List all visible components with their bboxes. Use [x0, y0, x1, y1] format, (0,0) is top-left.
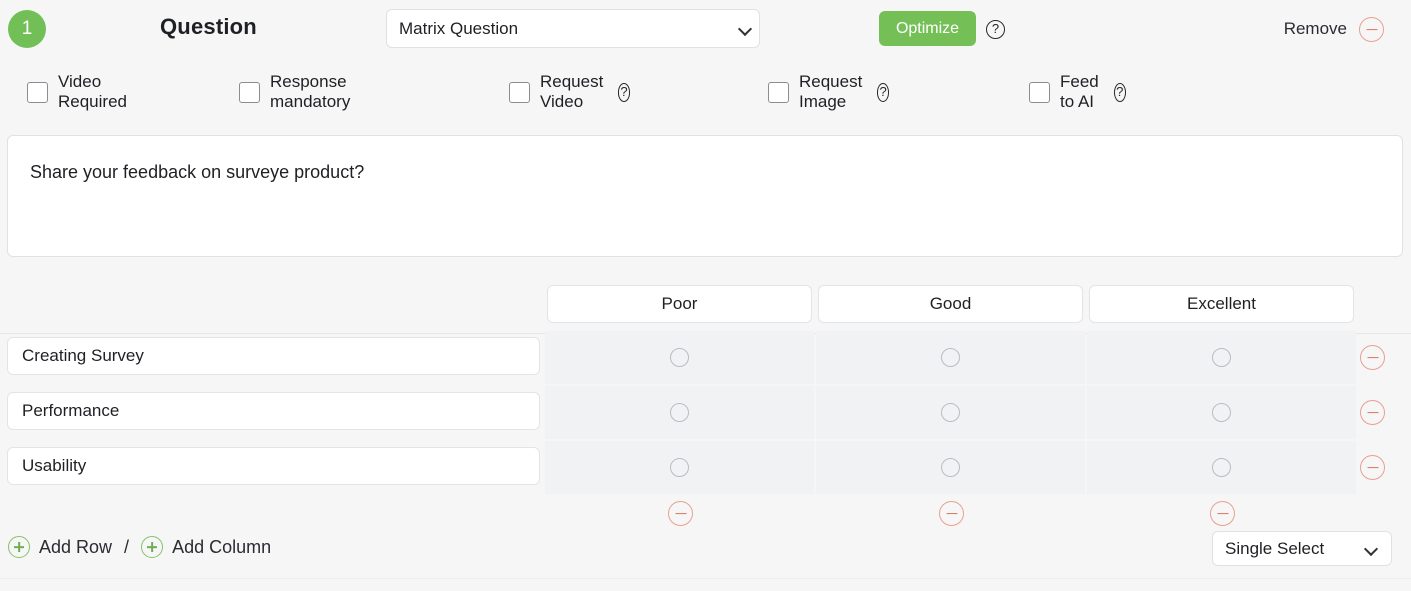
help-circle-icon[interactable]: ? [1114, 83, 1126, 102]
radio-unselected-icon[interactable] [1212, 458, 1231, 477]
radio-unselected-icon[interactable] [941, 348, 960, 367]
page-title: Question [160, 14, 257, 40]
selection-mode-select[interactable]: Single Select [1212, 531, 1392, 566]
remove-row-button[interactable] [1360, 345, 1385, 370]
matrix-cell[interactable] [1087, 386, 1356, 439]
question-text-input[interactable] [7, 135, 1403, 257]
remove-row-button[interactable] [1360, 400, 1385, 425]
checkbox-request-video[interactable] [509, 82, 530, 103]
optimize-button[interactable]: Optimize [879, 11, 976, 46]
matrix-row [0, 331, 1411, 386]
remove-column-button[interactable] [1210, 501, 1235, 526]
question-type-select[interactable]: Matrix Question [386, 9, 760, 48]
matrix-row [0, 386, 1411, 441]
option-checkbox-item: Request Video? [509, 72, 630, 112]
help-circle-icon[interactable]: ? [618, 83, 631, 102]
add-row-button[interactable]: Add Row [39, 537, 112, 558]
remove-column-button[interactable] [668, 501, 693, 526]
matrix-cell[interactable] [545, 441, 814, 494]
footer-separator: / [124, 537, 129, 558]
help-circle-icon[interactable]: ? [986, 20, 1005, 39]
checkbox-video-required[interactable] [27, 82, 48, 103]
matrix-row [0, 441, 1411, 496]
matrix-cell[interactable] [816, 386, 1085, 439]
remove-question-button[interactable] [1359, 17, 1384, 42]
radio-unselected-icon[interactable] [1212, 403, 1231, 422]
matrix-cell[interactable] [1087, 331, 1356, 384]
remove-column-button[interactable] [939, 501, 964, 526]
checkbox-label: Response mandatory [270, 72, 350, 112]
question-editor-panel: 1 Question Matrix Question Optimize ? Re… [0, 0, 1411, 591]
matrix-cell[interactable] [816, 331, 1085, 384]
matrix-cell[interactable] [816, 441, 1085, 494]
radio-unselected-icon[interactable] [1212, 348, 1231, 367]
add-column-button[interactable]: Add Column [172, 537, 271, 558]
remove-row-button[interactable] [1360, 455, 1385, 480]
option-checkbox-item: Response mandatory [239, 72, 350, 112]
checkbox-label: Request Video [540, 72, 610, 112]
question-header-bar: 1 Question Matrix Question Optimize ? Re… [0, 0, 1411, 62]
matrix-cell[interactable] [545, 386, 814, 439]
radio-unselected-icon[interactable] [670, 403, 689, 422]
add-row-icon[interactable] [8, 536, 30, 558]
checkbox-label: Video Required [58, 72, 127, 112]
add-column-icon[interactable] [141, 536, 163, 558]
radio-unselected-icon[interactable] [941, 458, 960, 477]
matrix-column-label-input[interactable] [547, 285, 812, 323]
matrix-column-label-input[interactable] [818, 285, 1083, 323]
matrix-column-label-input[interactable] [1089, 285, 1354, 323]
radio-unselected-icon[interactable] [670, 458, 689, 477]
question-number-badge: 1 [8, 10, 46, 48]
matrix-cell[interactable] [1087, 441, 1356, 494]
matrix-row-label-input[interactable] [7, 392, 540, 430]
checkbox-label: Feed to AI [1060, 72, 1106, 112]
radio-unselected-icon[interactable] [670, 348, 689, 367]
matrix-cell[interactable] [545, 331, 814, 384]
option-checkbox-item: Request Image? [768, 72, 889, 112]
help-circle-icon[interactable]: ? [877, 83, 889, 102]
remove-question-label: Remove [1284, 19, 1347, 39]
panel-bottom-divider [0, 578, 1411, 579]
checkbox-request-image[interactable] [768, 82, 789, 103]
matrix-row-label-input[interactable] [7, 447, 540, 485]
checkbox-response-mandatory[interactable] [239, 82, 260, 103]
checkbox-label: Request Image [799, 72, 869, 112]
matrix-footer-actions: Add Row / Add Column [8, 536, 271, 558]
matrix-row-label-input[interactable] [7, 337, 540, 375]
option-checkbox-item: Video Required [27, 72, 127, 112]
checkbox-feed-to-ai[interactable] [1029, 82, 1050, 103]
radio-unselected-icon[interactable] [941, 403, 960, 422]
option-checkbox-item: Feed to AI? [1029, 72, 1126, 112]
